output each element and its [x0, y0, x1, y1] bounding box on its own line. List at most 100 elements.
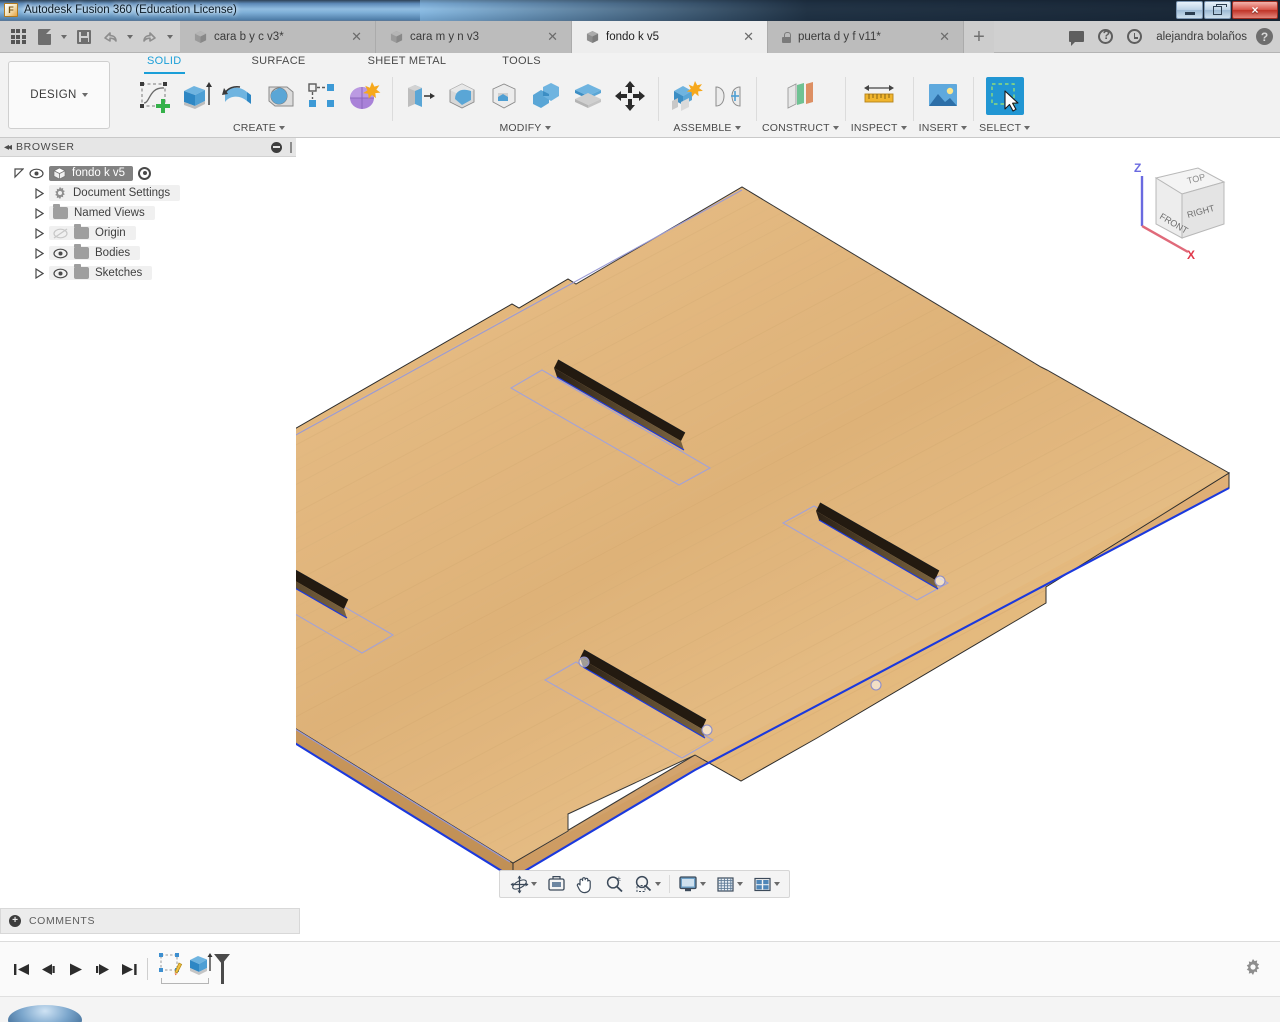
panel-title-create[interactable]: CREATE [132, 121, 386, 135]
orbit-button[interactable] [505, 871, 541, 897]
close-tab-icon[interactable]: ✕ [936, 29, 953, 45]
new-document-tab-button[interactable]: + [964, 21, 994, 53]
tree-item-document-settings[interactable]: Document Settings [0, 183, 296, 203]
zoom-button[interactable]: ± [600, 871, 628, 897]
expander-expanded-icon[interactable] [14, 167, 24, 179]
redo-icon[interactable] [138, 24, 162, 50]
go-to-beginning-icon[interactable] [12, 960, 30, 978]
job-status-clock-icon[interactable] [1121, 24, 1147, 50]
tree-item-sketches[interactable]: Sketches [0, 263, 296, 283]
help-icon[interactable]: ? [1256, 28, 1273, 45]
restore-button[interactable] [1204, 1, 1231, 19]
close-tab-icon[interactable]: ✕ [348, 29, 365, 45]
expander-collapsed-icon[interactable] [34, 187, 44, 199]
visibility-eye-icon[interactable] [53, 248, 68, 259]
comments-panel[interactable]: + COMMENTS [0, 908, 300, 934]
new-file-dropdown-icon[interactable] [58, 24, 70, 50]
new-component-icon[interactable] [667, 77, 705, 115]
panel-title-select[interactable]: SELECT [979, 121, 1031, 135]
move-copy-icon[interactable] [611, 77, 649, 115]
pattern-icon[interactable] [303, 77, 341, 115]
pan-button[interactable] [571, 871, 599, 897]
undo-dropdown-icon[interactable] [124, 24, 136, 50]
viewports-button[interactable] [748, 871, 784, 897]
minimize-browser-icon[interactable] [271, 141, 282, 153]
combine-icon[interactable] [527, 77, 565, 115]
tab-surface[interactable]: SURFACE [239, 53, 319, 73]
close-tab-icon[interactable]: ✕ [740, 29, 757, 45]
tree-item-root[interactable]: fondo k v5 [0, 163, 296, 183]
expander-collapsed-icon[interactable] [34, 267, 44, 279]
joint-icon[interactable] [709, 77, 747, 115]
tab-sheet-metal[interactable]: SHEET METAL [355, 53, 460, 73]
expander-collapsed-icon[interactable] [34, 247, 44, 259]
look-at-button[interactable] [542, 871, 570, 897]
go-to-end-icon[interactable] [120, 960, 138, 978]
tab-solid[interactable]: SOLID [134, 53, 195, 74]
sketch-feature-icon[interactable] [157, 952, 183, 978]
close-tab-icon[interactable]: ✕ [544, 29, 561, 45]
notifications-icon[interactable] [1092, 24, 1118, 50]
collapse-panel-icon[interactable]: ◂◂ [4, 142, 12, 153]
tree-item-origin[interactable]: Origin [0, 223, 296, 243]
panel-title-inspect[interactable]: INSPECT [851, 121, 907, 135]
press-pull-icon[interactable] [401, 77, 439, 115]
form-icon[interactable] [345, 77, 383, 115]
new-file-icon[interactable] [32, 24, 56, 50]
view-cube[interactable]: TOP FRONT RIGHT Z X [1120, 156, 1238, 266]
close-button[interactable]: × [1232, 1, 1278, 19]
panel-title-insert[interactable]: INSERT [919, 121, 968, 135]
extrude-feature-icon[interactable] [187, 952, 213, 978]
minimize-button[interactable] [1176, 1, 1203, 19]
measure-icon[interactable] [860, 77, 898, 115]
document-tab-2-active[interactable]: fondo k v5 ✕ [572, 21, 768, 53]
save-icon[interactable] [72, 24, 96, 50]
zoom-window-button[interactable] [629, 871, 665, 897]
activate-component-icon[interactable] [138, 166, 152, 180]
visibility-eye-icon[interactable] [53, 268, 68, 279]
display-settings-button[interactable] [674, 871, 710, 897]
insert-image-icon[interactable] [924, 77, 962, 115]
root-component-chip[interactable]: fondo k v5 [49, 165, 134, 181]
expander-collapsed-icon[interactable] [34, 227, 44, 239]
user-account-name[interactable]: alejandra bolaños [1150, 31, 1253, 43]
document-tab-1[interactable]: cara m y n v3 ✕ [376, 21, 572, 53]
3d-viewport[interactable]: TOP FRONT RIGHT Z X ± [296, 138, 1280, 908]
tree-item-bodies[interactable]: Bodies [0, 243, 296, 263]
workspace-switcher-design[interactable]: DESIGN [8, 61, 110, 129]
timeline-feature-group[interactable] [157, 952, 213, 986]
redo-dropdown-icon[interactable] [164, 24, 176, 50]
timeline-settings-gear-icon[interactable] [1244, 958, 1262, 981]
undo-icon[interactable] [98, 24, 122, 50]
extrude-icon[interactable] [177, 77, 215, 115]
comments-icon[interactable] [1063, 24, 1089, 50]
revolve-icon[interactable] [219, 77, 257, 115]
panel-resize-grip[interactable] [290, 141, 292, 153]
tab-tools[interactable]: TOOLS [489, 53, 554, 73]
tree-item-named-views[interactable]: Named Views [0, 203, 296, 223]
create-sketch-icon[interactable] [135, 77, 173, 115]
document-tab-0[interactable]: cara b y c v3* ✕ [180, 21, 376, 53]
sweep-icon[interactable] [261, 77, 299, 115]
fillet-icon[interactable] [443, 77, 481, 115]
expander-collapsed-icon[interactable] [34, 207, 44, 219]
step-back-icon[interactable] [39, 960, 57, 978]
add-comment-icon[interactable]: + [9, 915, 21, 927]
visibility-eye-off-icon[interactable] [53, 227, 68, 239]
panel-title-modify[interactable]: MODIFY [398, 121, 652, 135]
timeline-end-marker[interactable] [214, 954, 230, 984]
panel-title-construct[interactable]: CONSTRUCT [762, 121, 839, 135]
grid-snaps-button[interactable] [711, 871, 747, 897]
app-grid-icon[interactable] [6, 24, 30, 50]
select-cursor-icon[interactable] [985, 77, 1024, 115]
split-face-icon[interactable] [569, 77, 607, 115]
timeline-bar [0, 941, 1280, 996]
visibility-eye-icon[interactable] [29, 168, 44, 179]
offset-plane-icon[interactable] [781, 77, 819, 115]
step-forward-icon[interactable] [93, 960, 111, 978]
play-icon[interactable] [66, 960, 84, 978]
panel-title-assemble[interactable]: ASSEMBLE [664, 121, 750, 135]
document-tab-3[interactable]: puerta d y f v11* ✕ [768, 21, 964, 53]
shell-icon[interactable] [485, 77, 523, 115]
start-orb-icon[interactable] [8, 1005, 82, 1022]
